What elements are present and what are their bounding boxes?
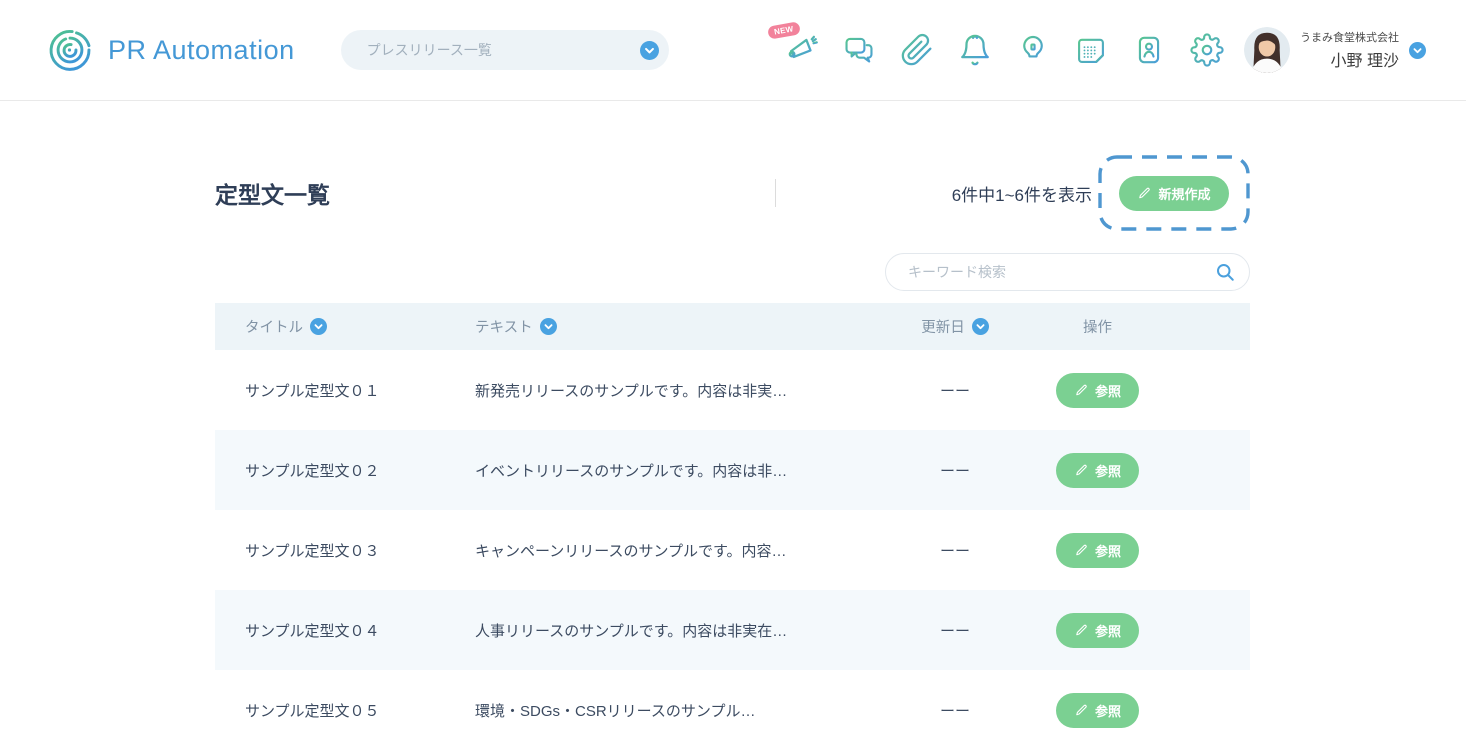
search-icon <box>1215 262 1235 282</box>
table-row: サンプル定型文０３ キャンペーンリリースのサンプルです。内容… ーー 参照 <box>215 510 1250 590</box>
user-avatar[interactable] <box>1244 27 1290 73</box>
cell-actions: 参照 <box>1035 533 1250 568</box>
table-body: サンプル定型文０１ 新発売リリースのサンプルです。内容は非実… ーー 参照 サン… <box>215 350 1250 732</box>
search-input[interactable] <box>908 264 1215 280</box>
logo-swirl-icon <box>44 24 96 76</box>
create-new-button[interactable]: 新規作成 <box>1119 176 1228 211</box>
cell-actions: 参照 <box>1035 613 1250 648</box>
contact-card-icon[interactable] <box>1132 33 1166 67</box>
title-row: 定型文一覧 6件中1~6件を表示 新規作成 <box>215 155 1250 231</box>
main-content: 定型文一覧 6件中1~6件を表示 新規作成 <box>215 101 1250 732</box>
sort-chevron-down-icon[interactable] <box>310 318 327 335</box>
view-button-label: 参照 <box>1095 381 1121 400</box>
cell-updated: ーー <box>875 380 1035 401</box>
result-count: 6件中1~6件を表示 <box>952 181 1092 206</box>
column-header-label: テキスト <box>475 316 533 337</box>
cell-title: サンプル定型文０２ <box>215 460 475 481</box>
table-header-row: タイトル テキスト 更新日 操作 <box>215 303 1250 350</box>
user-name: 小野 理沙 <box>1300 47 1399 71</box>
table-row: サンプル定型文０４ 人事リリースのサンプルです。内容は非実在… ーー 参照 <box>215 590 1250 670</box>
user-info[interactable]: うまみ食堂株式会社 小野 理沙 <box>1300 29 1399 71</box>
template-table: タイトル テキスト 更新日 操作 サンプル定型 <box>215 303 1250 732</box>
cell-updated: ーー <box>875 620 1035 641</box>
create-new-button-label: 新規作成 <box>1158 184 1210 203</box>
sort-chevron-down-icon[interactable] <box>972 318 989 335</box>
column-header-title[interactable]: タイトル <box>215 316 475 337</box>
cell-text: キャンペーンリリースのサンプルです。内容… <box>475 540 875 561</box>
search-button[interactable] <box>1215 262 1235 282</box>
pencil-icon <box>1074 623 1088 637</box>
view-button[interactable]: 参照 <box>1056 533 1139 568</box>
user-menu-chevron-down-icon[interactable] <box>1409 42 1426 59</box>
cell-text: 環境・SDGs・CSRリリースのサンプル… <box>475 700 875 721</box>
cell-actions: 参照 <box>1035 693 1250 728</box>
chevron-down-icon <box>640 41 659 60</box>
page-nav-select-value: プレスリリース一覧 <box>367 40 640 60</box>
pencil-icon <box>1074 383 1088 397</box>
cell-text: 人事リリースのサンプルです。内容は非実在… <box>475 620 875 641</box>
cell-actions: 参照 <box>1035 453 1250 488</box>
view-button-label: 参照 <box>1095 541 1121 560</box>
app-logo[interactable]: PR Automation <box>44 24 295 76</box>
cell-text: 新発売リリースのサンプルです。内容は非実… <box>475 380 875 401</box>
brand-name: PR Automation <box>108 35 295 66</box>
pencil-icon <box>1074 543 1088 557</box>
column-header-actions: 操作 <box>1035 316 1250 337</box>
bell-icon[interactable] <box>958 33 992 67</box>
cell-updated: ーー <box>875 540 1035 561</box>
view-button-label: 参照 <box>1095 621 1121 640</box>
column-header-label: 操作 <box>1083 316 1112 337</box>
cell-updated: ーー <box>875 700 1035 721</box>
column-header-updated[interactable]: 更新日 <box>875 316 1035 337</box>
calendar-icon[interactable] <box>1074 33 1108 67</box>
header-icon-bar: NEW <box>784 33 1224 67</box>
table-row: サンプル定型文０２ イベントリリースのサンプルです。内容は非… ーー 参照 <box>215 430 1250 510</box>
search-box <box>885 253 1250 291</box>
pencil-icon <box>1074 703 1088 717</box>
cell-title: サンプル定型文０５ <box>215 700 475 721</box>
pencil-icon <box>1074 463 1088 477</box>
lightbulb-icon[interactable] <box>1016 33 1050 67</box>
new-button-highlight: 新規作成 <box>1098 155 1250 231</box>
page-title: 定型文一覧 <box>215 176 330 210</box>
cell-title: サンプル定型文０４ <box>215 620 475 641</box>
gear-icon[interactable] <box>1190 33 1224 67</box>
view-button[interactable]: 参照 <box>1056 693 1139 728</box>
table-row: サンプル定型文０５ 環境・SDGs・CSRリリースのサンプル… ーー 参照 <box>215 670 1250 732</box>
column-header-label: 更新日 <box>921 316 965 337</box>
cell-title: サンプル定型文０３ <box>215 540 475 561</box>
column-header-label: タイトル <box>245 316 303 337</box>
cell-updated: ーー <box>875 460 1035 481</box>
search-row <box>215 253 1250 291</box>
vertical-divider <box>775 179 776 207</box>
user-company: うまみ食堂株式会社 <box>1300 29 1399 45</box>
app-header: PR Automation プレスリリース一覧 NEW <box>0 0 1466 101</box>
column-header-text[interactable]: テキスト <box>475 316 875 337</box>
view-button[interactable]: 参照 <box>1056 453 1139 488</box>
pencil-icon <box>1137 186 1151 200</box>
view-button-label: 参照 <box>1095 701 1121 720</box>
page-nav-select[interactable]: プレスリリース一覧 <box>341 30 669 70</box>
paperclip-icon[interactable] <box>900 33 934 67</box>
view-button[interactable]: 参照 <box>1056 613 1139 648</box>
chat-icon[interactable] <box>842 33 876 67</box>
view-button[interactable]: 参照 <box>1056 373 1139 408</box>
sort-chevron-down-icon[interactable] <box>540 318 557 335</box>
cell-title: サンプル定型文０１ <box>215 380 475 401</box>
cell-text: イベントリリースのサンプルです。内容は非… <box>475 460 875 481</box>
table-row: サンプル定型文０１ 新発売リリースのサンプルです。内容は非実… ーー 参照 <box>215 350 1250 430</box>
view-button-label: 参照 <box>1095 461 1121 480</box>
cell-actions: 参照 <box>1035 373 1250 408</box>
megaphone-icon[interactable]: NEW <box>784 33 818 67</box>
